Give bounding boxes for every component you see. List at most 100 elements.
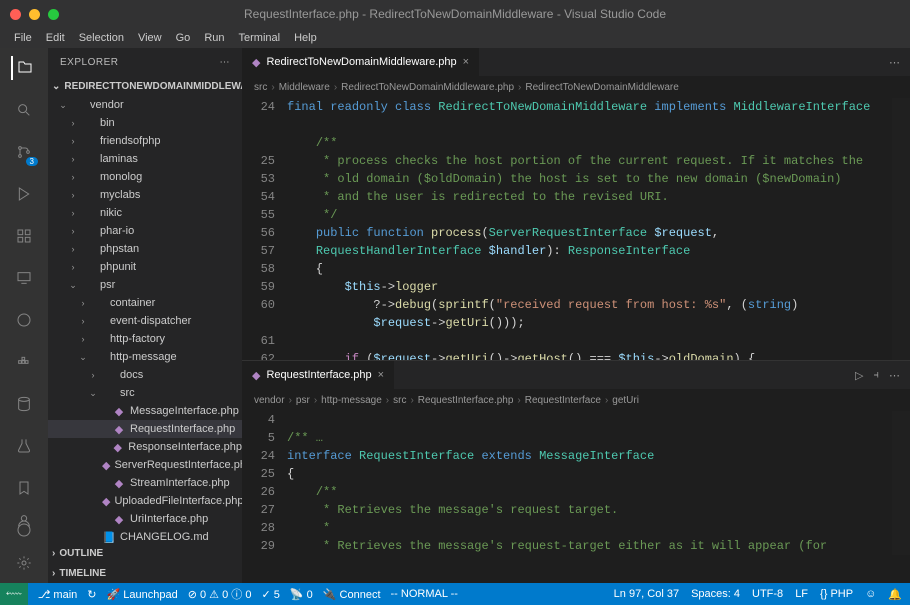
file-item[interactable]: ◆ResponseInterface.php: [48, 438, 242, 456]
code-lines[interactable]: /** …interface RequestInterface extends …: [287, 411, 910, 555]
minimize-icon[interactable]: [29, 9, 40, 20]
breadcrumbs[interactable]: src›Middleware›RedirectToNewDomainMiddle…: [242, 76, 910, 98]
feedback-icon[interactable]: ☺: [865, 588, 876, 600]
encoding-button[interactable]: UTF-8: [752, 588, 783, 600]
editor-tabs: ◆ RedirectToNewDomainMiddleware.php × ⋯: [242, 48, 910, 76]
titlebar: RequestInterface.php - RedirectToNewDoma…: [0, 0, 910, 28]
docker-icon[interactable]: [12, 350, 36, 374]
folder-item[interactable]: ›phar-io: [48, 222, 242, 240]
file-item[interactable]: ◆ServerRequestInterface.php: [48, 456, 242, 474]
scm-icon[interactable]: 3: [12, 140, 36, 164]
project-section[interactable]: ⌄ REDIRECTTONEWDOMAINMIDDLEWARE: [48, 76, 242, 96]
account-icon[interactable]: [12, 509, 36, 533]
cursor-pos[interactable]: Ln 97, Col 37: [614, 588, 679, 600]
timeline-section[interactable]: › TIMELINE: [48, 563, 242, 583]
folder-item[interactable]: ›laminas: [48, 150, 242, 168]
sidebar: EXPLORER ⋯ ⌄ REDIRECTTONEWDOMAINMIDDLEWA…: [48, 48, 242, 583]
editor-tabs-2: ◆ RequestInterface.php × ▷ ⫞ ⋯: [242, 361, 910, 389]
gear-icon[interactable]: [12, 551, 36, 575]
indent-button[interactable]: Spaces: 4: [691, 588, 740, 600]
minimap[interactable]: [892, 411, 910, 555]
editor-pane-2: ◆ RequestInterface.php × ▷ ⫞ ⋯ vendor›ps…: [242, 360, 910, 555]
folder-item[interactable]: ›event-dispatcher: [48, 312, 242, 330]
editor-actions: ▷ ⫞ ⋯: [855, 369, 910, 382]
folder-item[interactable]: ›phpunit: [48, 258, 242, 276]
menu-help[interactable]: Help: [288, 32, 323, 44]
extensions-icon[interactable]: [12, 224, 36, 248]
menubar: FileEditSelectionViewGoRunTerminalHelp: [0, 28, 910, 48]
folder-item[interactable]: ›phpstan: [48, 240, 242, 258]
outline-section[interactable]: › OUTLINE: [48, 543, 242, 563]
close-icon[interactable]: ×: [378, 369, 384, 381]
maximize-icon[interactable]: [48, 9, 59, 20]
crumb[interactable]: RedirectToNewDomainMiddleware.php: [341, 82, 514, 93]
outline-label: OUTLINE: [59, 548, 103, 559]
menu-run[interactable]: Run: [198, 32, 230, 44]
folder-item[interactable]: ›http-factory: [48, 330, 242, 348]
minimap[interactable]: [892, 98, 910, 360]
language-button[interactable]: {} PHP: [820, 588, 853, 600]
menu-file[interactable]: File: [8, 32, 38, 44]
scm-badge: 3: [26, 157, 38, 166]
menu-view[interactable]: View: [132, 32, 168, 44]
file-item[interactable]: ◆UploadedFileInterface.php: [48, 492, 242, 510]
crumb[interactable]: http-message: [321, 395, 382, 406]
run-icon[interactable]: ▷: [855, 369, 863, 382]
more-icon[interactable]: ⋯: [889, 369, 900, 382]
folder-item[interactable]: ›monolog: [48, 168, 242, 186]
folder-item[interactable]: ⌄src: [48, 384, 242, 402]
file-item[interactable]: 📘CHANGELOG.md: [48, 528, 242, 543]
menu-selection[interactable]: Selection: [73, 32, 130, 44]
file-item[interactable]: ◆UriInterface.php: [48, 510, 242, 528]
testing-icon[interactable]: [12, 434, 36, 458]
crumb[interactable]: vendor: [254, 395, 285, 406]
code-lines[interactable]: final readonly class RedirectToNewDomain…: [287, 98, 910, 360]
crumb[interactable]: src: [393, 395, 406, 406]
php-icon: ◆: [252, 56, 260, 69]
file-item[interactable]: ◆StreamInterface.php: [48, 474, 242, 492]
folder-item[interactable]: ›container: [48, 294, 242, 312]
crumb[interactable]: Middleware: [279, 82, 330, 93]
crumb[interactable]: psr: [296, 395, 310, 406]
crumb[interactable]: getUri: [612, 395, 639, 406]
problems-button[interactable]: ⊘ 0 ⚠ 0 ⓘ 0: [188, 586, 252, 602]
code-editor-2[interactable]: 45242526272829 /** …interface RequestInt…: [242, 411, 910, 555]
menu-go[interactable]: Go: [170, 32, 197, 44]
menu-terminal[interactable]: Terminal: [233, 32, 287, 44]
folder-item[interactable]: ›nikic: [48, 204, 242, 222]
crumb[interactable]: RedirectToNewDomainMiddleware: [525, 82, 678, 93]
folder-item[interactable]: ›docs: [48, 366, 242, 384]
file-item[interactable]: ◆MessageInterface.php: [48, 402, 242, 420]
folder-item[interactable]: ⌄psr: [48, 276, 242, 294]
folder-item[interactable]: ›myclabs: [48, 186, 242, 204]
breadcrumbs[interactable]: vendor›psr›http-message›src›RequestInter…: [242, 389, 910, 411]
crumb[interactable]: src: [254, 82, 267, 93]
eol-button[interactable]: LF: [795, 588, 808, 600]
search-icon[interactable]: [12, 98, 36, 122]
folder-item[interactable]: ⌄vendor: [48, 96, 242, 114]
remote-button[interactable]: ⬳: [0, 583, 28, 605]
code-editor-1[interactable]: 24255354555657585960616263 final readonl…: [242, 98, 910, 360]
explorer-icon[interactable]: [11, 56, 35, 80]
more-icon[interactable]: ⋯: [220, 57, 231, 68]
split-icon[interactable]: ⫞: [874, 369, 880, 382]
tab-request-interface[interactable]: ◆ RequestInterface.php ×: [242, 361, 395, 389]
folder-item[interactable]: ›friendsofphp: [48, 132, 242, 150]
menu-edit[interactable]: Edit: [40, 32, 71, 44]
folder-item[interactable]: ›bin: [48, 114, 242, 132]
crumb[interactable]: RequestInterface: [525, 395, 601, 406]
database-icon[interactable]: [12, 392, 36, 416]
more-icon[interactable]: ⋯: [889, 56, 900, 69]
project-name: REDIRECTTONEWDOMAINMIDDLEWARE: [64, 81, 242, 92]
remote-icon[interactable]: [12, 266, 36, 290]
crumb[interactable]: RequestInterface.php: [418, 395, 514, 406]
bookmarks-icon[interactable]: [12, 476, 36, 500]
file-item[interactable]: ◆RequestInterface.php: [48, 420, 242, 438]
debug-icon[interactable]: [12, 182, 36, 206]
close-icon[interactable]: [10, 9, 21, 20]
gitlens-icon[interactable]: [12, 308, 36, 332]
folder-item[interactable]: ⌄http-message: [48, 348, 242, 366]
close-icon[interactable]: ×: [463, 56, 469, 68]
tab-redirect-middleware[interactable]: ◆ RedirectToNewDomainMiddleware.php ×: [242, 48, 480, 76]
php-icon: ◆: [252, 369, 260, 382]
